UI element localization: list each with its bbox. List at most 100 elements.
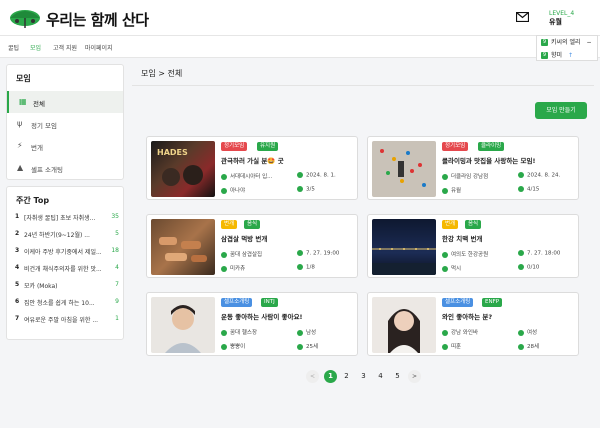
card-date: 2024. 8. 24. [518,172,560,179]
user-level: LEVEL_4 [549,10,575,17]
card-host: 유월 [442,186,461,194]
svg-text:HADES: HADES [157,148,188,157]
breadcrumb: 모임 > 전체 [141,69,183,78]
nav-item-tips[interactable]: 꿀팁 [8,43,19,52]
user-icon [221,343,227,350]
weekly-top-title: 주간 Top [16,196,50,205]
meeting-card[interactable]: 정기모임 클라이밍 클라이밍과 맛집을 사랑하는 모임! 더클라임 강남점 20… [367,136,579,200]
arrow-up-icon: ↑ [567,52,573,59]
card-host: 아나야 [221,186,245,194]
badge-icon: 9 [541,52,548,59]
user-icon [442,343,448,350]
card-location: 서대데시아터 입... [221,172,272,180]
list-item[interactable]: 1 [자취생 꿀팁] 초보 자취생... 35 [15,213,119,225]
card-title: 클라이밍과 맛집을 사랑하는 모임! [442,157,536,165]
page-button[interactable]: 2 [340,370,353,383]
card-location: 강남 와인바 [442,328,478,336]
age-icon [518,343,524,350]
people-icon [518,264,524,270]
card-date: 2024. 8. 1. [297,172,336,179]
mail-icon[interactable] [516,12,529,22]
sidebar-title: 모임 [16,74,31,83]
card-count: 3/5 [297,186,315,193]
calendar-icon [518,250,524,256]
location-icon [221,329,227,336]
calendar-icon [297,250,303,256]
fork-knife-icon: ψ [17,119,23,128]
user-icon [442,187,448,194]
location-icon [221,251,227,258]
category-tag: 정기모임 [221,142,248,151]
create-meeting-button[interactable]: 모임 만들기 [535,102,587,119]
sidebar-item-all[interactable]: ▦ 전체 [7,91,123,113]
location-icon [221,173,227,180]
card-title: 와인 좋아하는 분? [442,313,493,321]
meeting-card[interactable]: HADES 정기모임 유지원 관극하러 가실 분🤩 굿 서대데시아터 입... … [146,136,358,200]
card-date: 7. 27. 18:00 [518,250,560,257]
category-tag: 셀프소개팅 [221,298,253,307]
user-name[interactable]: 유월 [549,17,562,27]
list-item[interactable]: 3 이케아 주방 후기중에서 제일... 18 [15,247,119,259]
user-icon [221,187,227,194]
location-icon [442,173,448,180]
card-title: 삼겹살 먹방 번개 [221,235,268,243]
app-header: 우리는 함께 산다 LEVEL_4 유월 [0,0,600,36]
tent-icon: ▲ [17,163,24,172]
divider [132,85,594,86]
card-age: 28세 [518,342,539,350]
card-age: 25세 [297,342,318,350]
meeting-card[interactable]: 번개 음식 삼겹살 먹방 번개 꿈대 삼겹살집 7. 27. 19:00 미카츄… [146,214,358,278]
meeting-card[interactable]: 번개 음식 한강 치맥 번개 여의도 한강공원 7. 27. 18:00 먹시 … [367,214,579,278]
sidebar-menu: 모임 ▦ 전체 ψ 정기 모임 ⚡ 번개 ▲ 셀프 소개팅 [6,64,124,180]
list-item[interactable]: 5 모카 (Moka) 7 [15,281,119,293]
card-title: 한강 치맥 번개 [442,235,483,243]
top-nav: 꿀팁 모임 고객 지원 마이페이지 [0,36,600,58]
list-item[interactable]: 6 집안 청소를 쉽게 하는 10... 9 [15,298,119,310]
dropdown-item[interactable]: 9 키씨의 엘리 − [541,37,591,46]
card-host: 뿡뿡이 [221,342,245,350]
page-button[interactable]: 1 [324,370,337,383]
calendar-icon [297,172,303,178]
list-item[interactable]: 4 비건개 채식주의자를 위한 맛... 4 [15,264,119,276]
card-image [151,297,215,353]
card-host: 미카츄 [221,264,245,272]
age-icon [297,343,303,350]
card-date: 7. 27. 19:00 [297,250,339,257]
card-image: HADES [151,141,215,197]
notification-dropdown: 9 키씨의 엘리 − 9 향미 ↑ [536,35,598,61]
page-button[interactable]: 5 [391,370,404,383]
list-item[interactable]: 2 24년 하반기(9~12월) ... 5 [15,230,119,242]
page-button[interactable]: 3 [357,370,370,383]
lightning-icon: ⚡ [17,141,23,150]
meeting-card[interactable]: 셀프소개팅 INTJ 운동 좋아하는 사람이 좋아요! 꿈대 헬스장 남성 뿡뿡… [146,292,358,356]
list-item[interactable]: 7 여유로운 주말 아침을 위한 ... 1 [15,315,119,327]
logo-icon[interactable] [8,6,42,30]
sub-tag: 음식 [465,220,482,229]
card-image [151,219,215,275]
gender-icon [297,329,303,336]
nav-item-support[interactable]: 고객 지원 [53,43,77,52]
prev-page-button[interactable]: < [306,370,319,383]
page-button[interactable]: 4 [374,370,387,383]
sub-tag: ENFP [482,298,503,307]
weekly-top-panel: 주간 Top 1 [자취생 꿀팁] 초보 자취생... 35 2 24년 하반기(9~… [6,186,124,340]
sub-tag: 음식 [244,220,261,229]
nav-item-meetings[interactable]: 모임 [30,43,41,52]
grid-icon: ▦ [19,97,27,106]
card-gender: 여성 [518,328,537,336]
sidebar-item-flash[interactable]: ⚡ 번개 [7,135,123,157]
card-location: 꿈대 삼겹살집 [221,250,262,258]
dropdown-item[interactable]: 9 향미 ↑ [541,50,573,59]
card-count: 1/8 [297,264,315,271]
next-page-button[interactable]: > [408,370,421,383]
card-image [372,297,436,353]
category-tag: 번개 [442,220,459,229]
card-image [372,219,436,275]
minus-icon: − [586,39,592,46]
brand-title[interactable]: 우리는 함께 산다 [46,9,149,30]
gender-icon [518,329,524,336]
meeting-card[interactable]: 셀프소개팅 ENFP 와인 좋아하는 분? 강남 와인바 여성 띠훈 28세 [367,292,579,356]
sidebar-item-blind-date[interactable]: ▲ 셀프 소개팅 [7,157,123,179]
nav-item-mypage[interactable]: 마이페이지 [85,43,113,52]
sidebar-item-regular[interactable]: ψ 정기 모임 [7,113,123,135]
